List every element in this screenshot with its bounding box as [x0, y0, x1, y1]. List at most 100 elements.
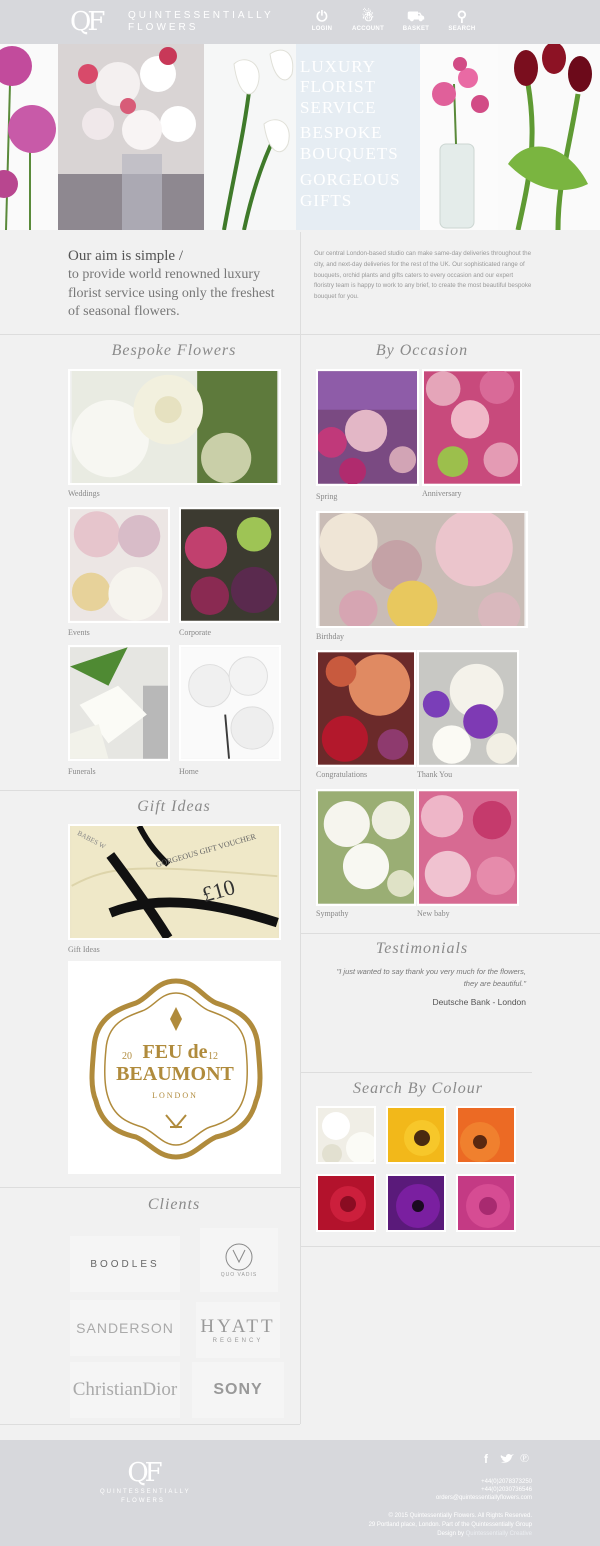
design-label: Design by	[437, 1531, 464, 1537]
congratulations-tile[interactable]	[316, 650, 416, 767]
divider	[0, 790, 300, 791]
gift-ideas-heading: Gift Ideas	[137, 798, 211, 815]
hero-line: BOUQUETS	[300, 144, 399, 163]
footer: QF QUINTESSENTIALLY FLOWERS f ℗ +44(0)20…	[0, 1440, 600, 1546]
footer-address: 29 Portland place, London. Part of the Q…	[368, 1522, 532, 1528]
feu-de-beaumont-tile[interactable]: 20 12 FEU de BEAUMONT LONDON	[68, 961, 281, 1174]
home-caption[interactable]: Home	[179, 767, 199, 776]
anniversary-tile[interactable]	[422, 369, 522, 486]
sympathy-caption[interactable]: Sympathy	[316, 909, 348, 918]
testimonials-heading: Testimonials	[375, 940, 469, 957]
new-baby-tile[interactable]	[417, 789, 519, 906]
footer-logo-line-1: QUINTESSENTIALLY	[100, 1489, 191, 1495]
birthday-image	[319, 513, 525, 626]
congratulations-image	[318, 652, 414, 765]
funerals-caption[interactable]: Funerals	[68, 767, 96, 776]
seal-city: LONDON	[152, 1091, 198, 1100]
pink-rose-image	[458, 1176, 514, 1230]
client-hyatt-logo: HYATT REGENCY	[196, 1302, 280, 1358]
footer-copyright: © 2015 Quintessentially Flowers. All Rig…	[388, 1513, 532, 1519]
birthday-caption[interactable]: Birthday	[316, 632, 344, 641]
footer-logo-line-2: FLOWERS	[121, 1498, 165, 1504]
nav-login[interactable]: ⏻ LOGIN	[300, 6, 344, 32]
anniversary-image	[424, 371, 520, 484]
footer-logo-mark: QF	[127, 1458, 162, 1488]
new-baby-caption[interactable]: New baby	[417, 909, 450, 918]
events-caption[interactable]: Events	[68, 628, 90, 637]
colour-white-swatch[interactable]	[316, 1106, 376, 1164]
logo-line-2: FLOWERS	[128, 22, 199, 33]
pinterest-icon[interactable]: ℗	[520, 1451, 529, 1466]
intro-statement: to provide world renowned luxury florist…	[68, 267, 275, 319]
hero-line: BESPOKE	[300, 123, 383, 142]
footer-email[interactable]: orders@quintessentiallyflowers.com	[436, 1494, 532, 1503]
hero-calla-image	[204, 44, 296, 230]
twitter-icon[interactable]	[500, 1453, 514, 1465]
divider	[0, 1424, 300, 1425]
events-tile[interactable]	[68, 507, 170, 623]
gift-ideas-caption[interactable]: Gift Ideas	[68, 945, 100, 954]
colour-orange-swatch[interactable]	[456, 1106, 516, 1164]
orange-gerbera-image	[458, 1108, 514, 1162]
user-icon: ☃	[361, 8, 375, 24]
bespoke-flowers-heading: Bespoke Flowers	[111, 342, 237, 359]
seal-name-2: BEAUMONT	[116, 1063, 234, 1085]
gift-voucher-tile[interactable]: GORGEOUS GIFT VOUCHER £10 BABES W	[68, 824, 281, 940]
seal-text: 20 12 FEU de BEAUMONT LONDON	[100, 1041, 250, 1100]
yellow-gerbera-image	[388, 1108, 444, 1162]
colour-red-swatch[interactable]	[316, 1174, 376, 1232]
hero-tulip-image	[498, 44, 600, 230]
hero-sweetpea-image	[420, 44, 498, 230]
anniversary-caption[interactable]: Anniversary	[422, 489, 462, 498]
design-link[interactable]: Quintessentially Creative	[466, 1531, 532, 1537]
cart-icon: ⛟	[407, 8, 425, 24]
logo-name[interactable]: QUINTESSENTIALLY FLOWERS	[128, 10, 274, 34]
birthday-tile[interactable]	[316, 511, 528, 628]
colour-pink-swatch[interactable]	[456, 1174, 516, 1232]
logo-line-1: QUINTESSENTIALLY	[128, 10, 274, 21]
home-tile[interactable]	[179, 645, 281, 761]
white-rose-image	[318, 1108, 374, 1162]
colour-yellow-swatch[interactable]	[386, 1106, 446, 1164]
footer-logo[interactable]: QF QUINTESSENTIALLY FLOWERS	[100, 1458, 191, 1506]
header: QF QUINTESSENTIALLY FLOWERS ⏻ LOGIN ☃ AC…	[0, 0, 600, 44]
congratulations-caption[interactable]: Congratulations	[316, 770, 367, 779]
client-boodles-logo: BOODLES	[70, 1236, 180, 1292]
logo-mark[interactable]: QF	[70, 5, 122, 39]
events-image	[70, 509, 168, 621]
power-icon: ⏻	[316, 8, 328, 24]
nav-account[interactable]: ☃ ACCOUNT	[346, 6, 390, 32]
divider	[300, 933, 600, 934]
colour-purple-swatch[interactable]	[386, 1174, 446, 1232]
divider	[300, 1246, 600, 1247]
thank-you-tile[interactable]	[417, 650, 519, 767]
funerals-tile[interactable]	[68, 645, 170, 761]
divider	[0, 334, 600, 335]
spring-tile[interactable]	[316, 369, 419, 486]
seal-year-left: 20	[122, 1051, 132, 1062]
nav-basket-label: BASKET	[402, 26, 430, 32]
client-quo-vadis-logo: QUO VADIS	[200, 1228, 278, 1292]
nav-account-label: ACCOUNT	[351, 26, 385, 32]
client-sanderson-logo: SANDERSON	[70, 1300, 180, 1356]
nav-basket[interactable]: ⛟ BASKET	[394, 6, 438, 32]
funerals-image	[70, 647, 168, 759]
thank-you-caption[interactable]: Thank You	[417, 770, 452, 779]
testimonial-quote: "I just wanted to say thank you very muc…	[336, 967, 526, 988]
hero-line: LUXURY	[300, 57, 376, 76]
facebook-icon[interactable]: f	[484, 1452, 488, 1466]
home-image	[181, 647, 279, 759]
search-icon: ⚲	[456, 8, 468, 24]
corporate-tile[interactable]	[179, 507, 281, 623]
spring-caption[interactable]: Spring	[316, 492, 337, 501]
corporate-caption[interactable]: Corporate	[179, 628, 211, 637]
weddings-tile[interactable]	[68, 369, 281, 485]
red-rose-image	[318, 1176, 374, 1230]
by-occasion-heading: By Occasion	[375, 342, 469, 359]
sympathy-tile[interactable]	[316, 789, 416, 906]
weddings-image	[71, 371, 278, 483]
intro-description: Our central London-based studio can make…	[314, 250, 532, 301]
weddings-caption[interactable]: Weddings	[68, 489, 100, 498]
nav-search[interactable]: ⚲ SEARCH	[440, 6, 484, 32]
search-by-colour-heading: Search By Colour	[352, 1080, 484, 1097]
